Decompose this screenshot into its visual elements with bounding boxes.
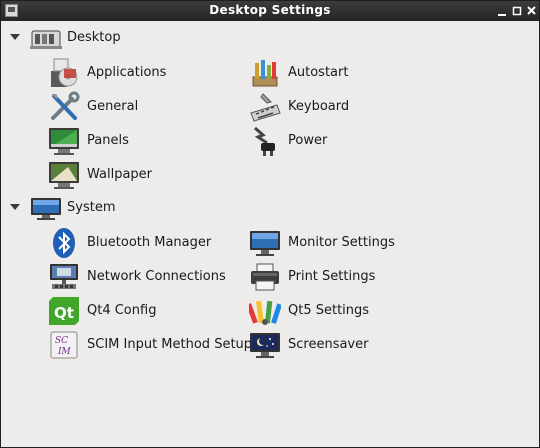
item-label: Autostart bbox=[288, 65, 349, 80]
section-desktop[interactable]: Desktop bbox=[1, 25, 301, 53]
item-network-connections[interactable]: Network Connections bbox=[48, 260, 246, 294]
title-bar[interactable]: Desktop Settings bbox=[1, 1, 539, 21]
item-label: Keyboard bbox=[288, 99, 350, 114]
screensaver-icon bbox=[249, 329, 281, 361]
maximize-button[interactable] bbox=[510, 4, 524, 18]
desktop-icon bbox=[29, 27, 63, 51]
item-label: Monitor Settings bbox=[288, 235, 395, 250]
item-wallpaper[interactable]: Wallpaper bbox=[48, 158, 238, 192]
section-label: Desktop bbox=[67, 30, 121, 45]
item-qt5-settings[interactable]: Qt5 Settings bbox=[249, 294, 439, 328]
item-label: Network Connections bbox=[87, 269, 226, 284]
item-label: Bluetooth Manager bbox=[87, 235, 212, 250]
settings-tree: Desktop Applications Autostart General K… bbox=[1, 21, 539, 447]
monitor-icon bbox=[249, 227, 281, 259]
qt-icon: Qt bbox=[48, 295, 80, 327]
section-label: System bbox=[67, 200, 116, 215]
item-panels[interactable]: Panels bbox=[48, 124, 238, 158]
item-label: General bbox=[87, 99, 139, 114]
item-keyboard[interactable]: Keyboard bbox=[249, 90, 439, 124]
scim-icon: SC IM bbox=[48, 329, 80, 361]
item-screensaver[interactable]: Screensaver bbox=[249, 328, 439, 362]
printer-icon bbox=[249, 261, 281, 293]
item-applications[interactable]: Applications bbox=[48, 56, 238, 90]
bluetooth-icon bbox=[48, 227, 80, 259]
wallpaper-icon bbox=[48, 159, 80, 191]
item-autostart[interactable]: Autostart bbox=[249, 56, 439, 90]
minimize-icon bbox=[498, 14, 506, 16]
qt5-settings-icon bbox=[249, 295, 281, 327]
general-tools-icon bbox=[48, 91, 80, 123]
desktop-settings-window: Desktop Settings Desktop Applications Au… bbox=[0, 0, 540, 448]
item-label: Applications bbox=[87, 65, 167, 80]
item-label: SCIM Input Method Setup bbox=[87, 337, 253, 352]
item-label: Wallpaper bbox=[87, 167, 153, 182]
item-bluetooth-manager[interactable]: Bluetooth Manager bbox=[48, 226, 246, 260]
svg-text:SC: SC bbox=[55, 336, 68, 346]
item-print-settings[interactable]: Print Settings bbox=[249, 260, 439, 294]
power-icon bbox=[249, 125, 281, 157]
item-label: Print Settings bbox=[288, 269, 376, 284]
autostart-icon bbox=[249, 57, 281, 89]
close-button[interactable] bbox=[525, 4, 539, 18]
minimize-button[interactable] bbox=[495, 4, 509, 18]
item-label: Panels bbox=[87, 133, 129, 148]
item-label: Qt4 Config bbox=[87, 303, 157, 318]
item-qt4-config[interactable]: Qt Qt4 Config bbox=[48, 294, 246, 328]
svg-text:Qt: Qt bbox=[54, 304, 74, 322]
panels-icon bbox=[48, 125, 80, 157]
applications-icon bbox=[48, 57, 80, 89]
maximize-icon bbox=[512, 6, 522, 16]
keyboard-icon bbox=[249, 91, 281, 123]
collapse-arrow-icon[interactable] bbox=[10, 34, 20, 40]
collapse-arrow-icon[interactable] bbox=[10, 204, 20, 210]
item-scim-input-method-setup[interactable]: SC IM SCIM Input Method Setup bbox=[48, 328, 252, 362]
svg-text:IM: IM bbox=[57, 347, 72, 357]
item-label: Power bbox=[288, 133, 328, 148]
window-title: Desktop Settings bbox=[209, 3, 331, 17]
section-system[interactable]: System bbox=[1, 195, 301, 223]
item-label: Qt5 Settings bbox=[288, 303, 370, 318]
item-power[interactable]: Power bbox=[249, 124, 439, 158]
system-monitor-icon bbox=[29, 197, 63, 221]
item-label: Screensaver bbox=[288, 337, 369, 352]
item-general[interactable]: General bbox=[48, 90, 238, 124]
item-monitor-settings[interactable]: Monitor Settings bbox=[249, 226, 439, 260]
network-icon bbox=[48, 261, 80, 293]
close-icon bbox=[527, 6, 536, 15]
